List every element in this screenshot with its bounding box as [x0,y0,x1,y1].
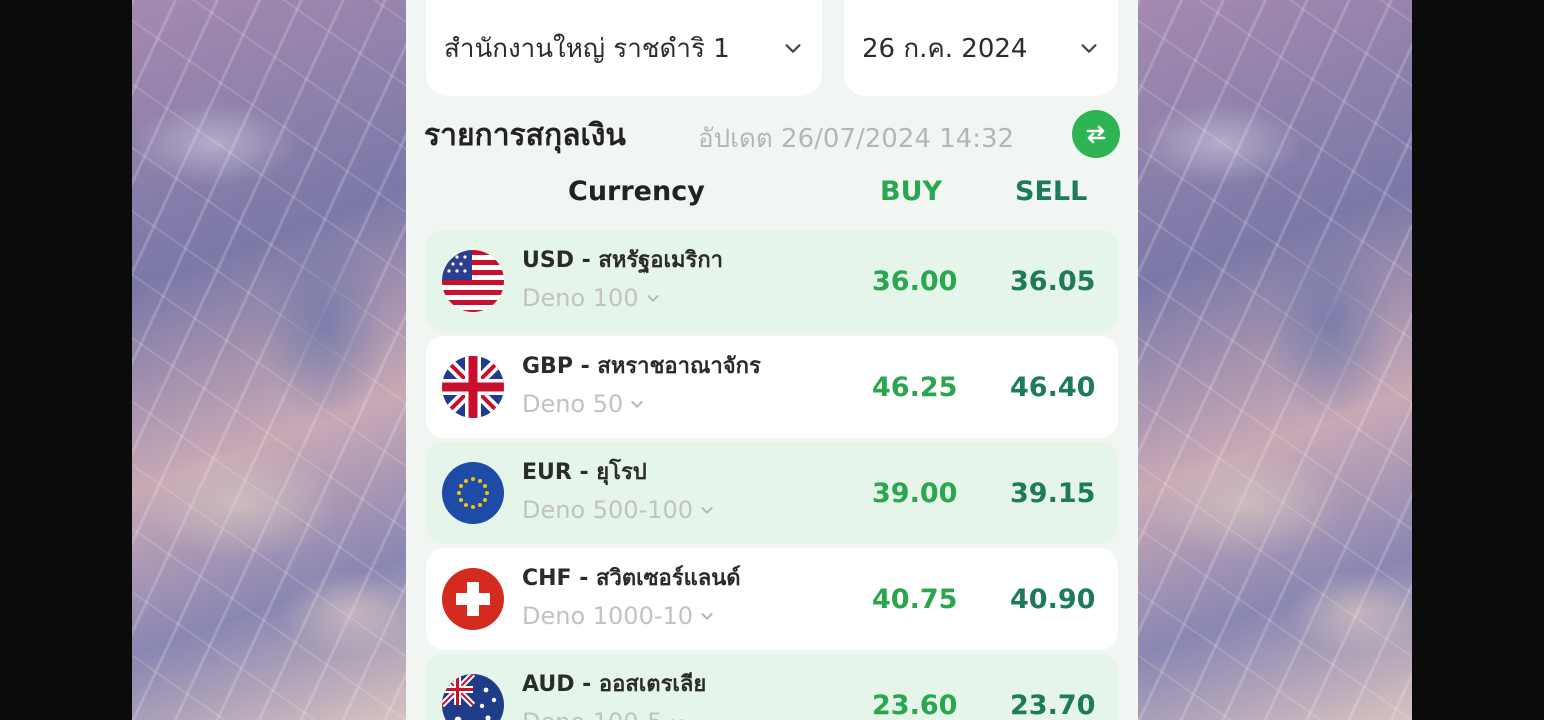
rate-row-chf[interactable]: CHF - สวิตเซอร์แลนด์ Deno 1000-10 40.75 … [426,548,1118,650]
chevron-down-icon [1081,44,1097,53]
buy-rate: 46.25 [872,372,958,403]
currency-name: EUR - ยุโรป [522,460,647,485]
denomination-select[interactable]: Deno 50 [522,390,645,418]
refresh-button[interactable] [1072,110,1120,158]
last-updated-text: อัปเดต 26/07/2024 14:32 [698,124,1015,154]
exchange-rate-panel: สำนักงานใหญ่ ราชดำริ 1 26 ก.ค. 2024 รายก… [406,0,1138,720]
chevron-down-icon [670,719,683,720]
denomination-select[interactable]: Deno 100-5 [522,708,685,720]
background-left [132,0,406,720]
section-title: รายการสกุลเงิน [424,118,626,153]
currency-name: AUD - ออสเตรเลีย [522,672,707,697]
chevron-down-icon [701,613,713,620]
swiss-flag-icon [442,568,504,630]
rate-row-aud[interactable]: AUD - ออสเตรเลีย Deno 100-5 23.60 23.70 [426,654,1118,720]
sell-rate: 46.40 [1010,372,1096,403]
sell-rate: 40.90 [1010,584,1096,615]
buy-rate: 39.00 [872,478,958,509]
chevron-down-icon [646,295,659,302]
column-header-sell: SELL [1015,176,1088,207]
currency-name: USD - สหรัฐอเมริกา [522,248,724,273]
currency-name: GBP - สหราชอาณาจักร [522,354,761,379]
sell-rate: 39.15 [1010,478,1096,509]
rate-row-gbp[interactable]: GBP - สหราชอาณาจักร Deno 50 46.25 46.40 [426,336,1118,438]
buy-rate: 36.00 [872,266,958,297]
chevron-down-icon [631,401,643,408]
us-flag-icon [442,250,504,312]
australia-flag-icon [442,674,504,720]
refresh-icon [1086,125,1106,144]
denomination-select[interactable]: Deno 1000-10 [522,602,715,630]
eu-flag-icon [442,462,504,524]
chevron-down-icon [785,44,801,53]
buy-rate: 40.75 [872,584,958,615]
denomination-value: Deno 500-100 [522,496,694,524]
date-select-value: 26 ก.ค. 2024 [862,33,1028,64]
denomination-select[interactable]: Deno 100 [522,284,661,312]
denomination-value: Deno 100 [522,284,639,312]
uk-flag-icon [442,356,504,418]
denomination-value: Deno 50 [522,390,624,418]
sell-rate: 36.05 [1010,266,1096,297]
currency-name: CHF - สวิตเซอร์แลนด์ [522,566,741,591]
rate-row-eur[interactable]: EUR - ยุโรป Deno 500-100 39.00 39.15 [426,442,1118,544]
denomination-value: Deno 100-5 [522,708,663,720]
denomination-value: Deno 1000-10 [522,602,694,630]
branch-select-value: สำนักงานใหญ่ ราชดำริ 1 [444,33,730,64]
branch-select[interactable]: สำนักงานใหญ่ ราชดำริ 1 [426,0,822,96]
date-select[interactable]: 26 ก.ค. 2024 [844,0,1118,96]
background-right [1138,0,1412,720]
column-header-currency: Currency [568,176,705,207]
buy-rate: 23.60 [872,690,958,720]
rate-row-usd[interactable]: USD - สหรัฐอเมริกา Deno 100 36.00 36.05 [426,230,1118,332]
sell-rate: 23.70 [1010,690,1096,720]
column-header-buy: BUY [880,176,943,207]
denomination-select[interactable]: Deno 500-100 [522,496,715,524]
chevron-down-icon [701,507,713,514]
